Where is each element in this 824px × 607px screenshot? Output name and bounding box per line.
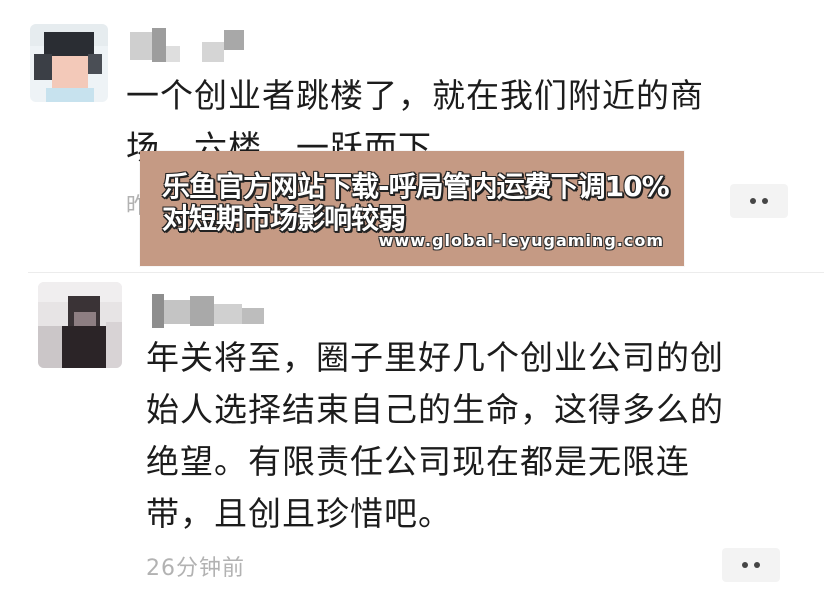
username-pixelated[interactable]	[130, 28, 250, 62]
dot-icon	[742, 562, 748, 568]
username-pixelated[interactable]	[152, 290, 272, 330]
dot-icon	[754, 562, 760, 568]
more-options-button[interactable]	[722, 548, 780, 582]
dot-icon	[762, 198, 768, 204]
ad-overlay-url[interactable]: www.global-leyugaming.com	[379, 231, 664, 250]
dot-icon	[750, 198, 756, 204]
ad-overlay-banner[interactable]: 乐鱼官方网站下载-呼局管内运费下调10%对短期市场影响较弱 www.global…	[140, 151, 684, 266]
avatar[interactable]	[30, 24, 108, 102]
avatar[interactable]	[38, 282, 122, 368]
comment-2: 年关将至，圈子里好几个创业公司的创 始人选择结束自己的生命，这得多么的 绝望。有…	[0, 276, 824, 607]
comment-divider	[28, 272, 824, 273]
comment-timestamp: 26分钟前	[146, 556, 245, 581]
ad-overlay-title: 乐鱼官方网站下载-呼局管内运费下调10%对短期市场影响较弱	[162, 170, 670, 235]
more-options-button[interactable]	[730, 184, 788, 218]
comment-text: 年关将至，圈子里好几个创业公司的创 始人选择结束自己的生命，这得多么的 绝望。有…	[146, 338, 724, 533]
